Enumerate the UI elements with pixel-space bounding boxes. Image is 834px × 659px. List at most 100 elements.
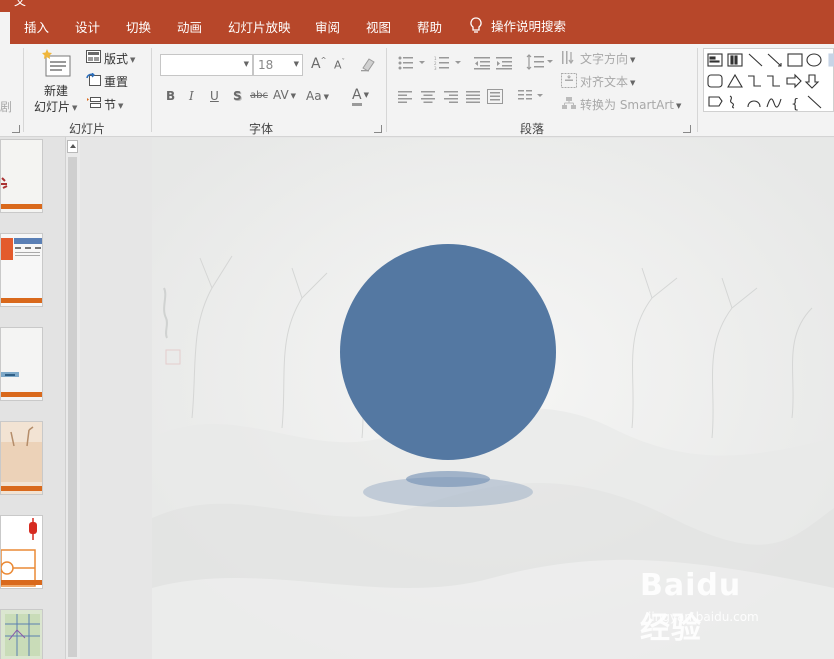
svg-text:{: {	[791, 97, 799, 112]
slide-thumbnail[interactable]	[0, 609, 43, 659]
align-text-button[interactable]: 对齐文本 ▼	[580, 73, 635, 90]
clear-format-icon[interactable]	[360, 57, 376, 75]
thumbnail-preview	[1, 234, 42, 306]
font-size-dropdown[interactable]: 18 ▼	[253, 54, 303, 76]
underline-button[interactable]: U	[210, 89, 219, 103]
shapes-gallery-icons: {	[707, 53, 834, 112]
slide-thumbnail[interactable]	[0, 327, 43, 401]
text-direction-button[interactable]: 文字方向 ▼	[580, 50, 635, 67]
tab-slideshow[interactable]: 幻灯片放映	[228, 17, 291, 36]
reset-icon	[86, 72, 101, 89]
grow-font-button[interactable]: A^	[311, 56, 326, 72]
baidu-url: jingyan.baidu.com	[648, 610, 759, 624]
separator	[23, 48, 24, 132]
justify-icon[interactable]	[466, 91, 480, 106]
line-spacing-icon[interactable]	[526, 54, 554, 73]
thumbnail-preview	[1, 610, 42, 659]
tell-me-label: 操作说明搜索	[491, 19, 567, 34]
slide-thumbnail-pane[interactable]	[0, 137, 65, 659]
section-button[interactable]: 节 ▼	[104, 96, 123, 113]
tab-help[interactable]: 帮助	[417, 17, 442, 36]
font-name-dropdown[interactable]: ▼	[160, 54, 253, 76]
smartart-icon	[561, 96, 577, 114]
separator	[386, 48, 387, 132]
lightbulb-icon	[470, 17, 482, 33]
thumbnail-preview	[1, 422, 42, 494]
paragraph-launcher-icon[interactable]	[683, 125, 691, 133]
chevron-down-icon: ▼	[243, 60, 249, 68]
numbering-icon[interactable]: 123	[434, 56, 462, 73]
paragraph-group-label: 段落	[520, 122, 545, 136]
text-direction-icon	[561, 50, 577, 68]
text-shadow-button[interactable]: S	[233, 89, 242, 103]
align-center-icon[interactable]	[421, 91, 435, 106]
char-spacing-button[interactable]: AV ▼	[273, 88, 296, 102]
window-title-fragment: 文	[14, 0, 27, 8]
thumbnail-bar	[1, 580, 42, 585]
blue-circle-shape	[340, 244, 556, 460]
strikethrough-button[interactable]: abc	[250, 90, 268, 101]
section-icon	[86, 96, 101, 112]
slide-thumbnail[interactable]	[0, 233, 43, 307]
chevron-down-icon: ▼	[293, 60, 299, 68]
italic-button[interactable]: I	[189, 89, 194, 103]
font-size-value: 18	[258, 58, 274, 72]
ribbon-tab-bar: 文 插入 设计 切换 动画 幻灯片放映 审阅 视图 帮助 操作说明搜索	[0, 0, 834, 44]
scroll-up-button[interactable]	[67, 140, 78, 153]
tab-design[interactable]: 设计	[75, 17, 100, 36]
distributed-icon[interactable]	[487, 89, 503, 107]
font-launcher-icon[interactable]	[374, 125, 382, 133]
tab-review[interactable]: 审阅	[315, 17, 340, 36]
align-right-icon[interactable]	[444, 91, 458, 106]
align-text-icon	[561, 73, 577, 91]
thumbnail-scrollbar[interactable]	[65, 137, 80, 659]
powerpoint-window: 文 插入 设计 切换 动画 幻灯片放映 审阅 视图 帮助 操作说明搜索 剧 新建…	[0, 0, 834, 659]
bold-button[interactable]: B	[166, 89, 175, 103]
columns-icon[interactable]	[518, 90, 544, 105]
font-color-button[interactable]: A ▼	[352, 87, 369, 106]
tab-transitions[interactable]: 切换	[126, 17, 151, 36]
thumbnail-preview	[1, 140, 42, 212]
decrease-indent-icon[interactable]	[474, 56, 490, 73]
layout-button[interactable]: 版式 ▼	[104, 50, 135, 67]
new-slide-label-1: 新建	[44, 84, 69, 98]
align-left-icon[interactable]	[398, 91, 412, 106]
bullets-icon[interactable]	[398, 56, 426, 73]
ribbon-body: 剧 新建 幻灯片 ▼ 版式 ▼ 重置 节 ▼ 幻灯片 ▼ 18 ▼ A^ Aˇ …	[0, 44, 834, 137]
slide-thumbnail[interactable]	[0, 421, 43, 495]
thumbnail-preview	[1, 328, 42, 400]
new-slide-label-2: 幻灯片 ▼	[34, 100, 78, 114]
shrink-font-button[interactable]: Aˇ	[334, 58, 345, 72]
layout-icon	[86, 50, 101, 66]
tab-view[interactable]: 视图	[366, 17, 391, 36]
shapes-gallery[interactable]: {	[703, 48, 834, 112]
clipboard-launcher-icon[interactable]	[12, 125, 20, 133]
separator	[697, 48, 698, 132]
tab-animations[interactable]: 动画	[177, 17, 202, 36]
convert-smartart-button[interactable]: 转换为 SmartArt ▼	[580, 96, 681, 113]
file-tab-fragment[interactable]	[0, 12, 10, 44]
baidu-logo: Baidu 经验	[640, 568, 742, 646]
scroll-thumb[interactable]	[68, 157, 77, 657]
new-slide-button[interactable]	[40, 48, 72, 83]
font-group-label: 字体	[249, 122, 274, 136]
thumbnail-bar	[1, 486, 42, 491]
tab-insert[interactable]: 插入	[24, 17, 49, 36]
new-slide-icon	[42, 49, 71, 77]
inner-shadow-ellipse	[406, 471, 490, 487]
change-case-button[interactable]: Aa ▼	[306, 89, 329, 103]
tell-me-search[interactable]: 操作说明搜索	[470, 16, 566, 35]
separator	[151, 48, 152, 132]
slide-editing-area[interactable]: Baidu 经验 jingyan.baidu.com	[80, 137, 834, 659]
reset-button[interactable]: 重置	[104, 73, 128, 90]
thumbnail-bar	[1, 392, 42, 397]
thumbnail-bar	[1, 298, 42, 303]
thumbnail-preview	[1, 516, 42, 588]
slides-group-label: 幻灯片	[69, 122, 106, 136]
slide-thumbnail[interactable]	[0, 139, 43, 213]
slide-canvas[interactable]: Baidu 经验 jingyan.baidu.com	[152, 138, 834, 659]
thumbnail-bar	[1, 204, 42, 209]
increase-indent-icon[interactable]	[496, 56, 512, 73]
clipboard-fragment: 剧	[0, 100, 13, 114]
slide-thumbnail[interactable]	[0, 515, 43, 589]
